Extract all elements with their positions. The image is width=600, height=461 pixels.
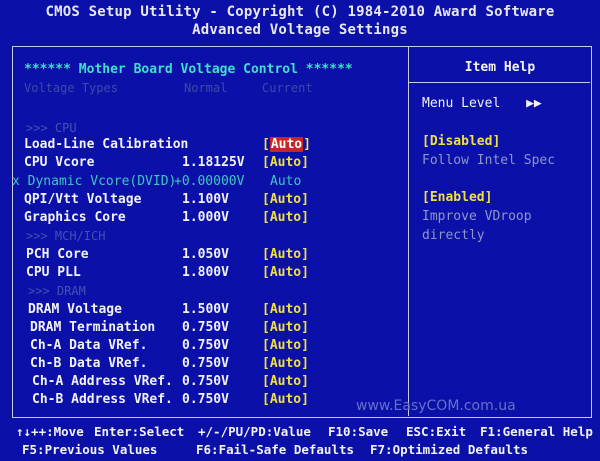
group-label-mch-ich: >>> MCH/ICH — [26, 229, 106, 243]
current-value: Auto — [270, 174, 302, 189]
normal-value: 0.750V — [182, 356, 229, 371]
setting-label: x Dynamic Vcore(DVID) — [12, 174, 177, 189]
panel-divider — [408, 46, 409, 416]
help-option-enabled-desc-2: directly — [422, 228, 485, 243]
current-value[interactable]: [Auto] — [262, 247, 309, 262]
column-header-current: Current — [262, 81, 313, 95]
key-exit: ESC:Exit — [406, 424, 467, 439]
setting-label: CPU PLL — [26, 265, 81, 280]
setting-label: DRAM Termination — [30, 320, 156, 335]
utility-title: CMOS Setup Utility - Copyright (C) 1984-… — [45, 4, 555, 20]
setting-row-cpu-pll[interactable]: CPU PLL 1.800V [Auto] — [0, 265, 400, 283]
normal-value: 0.750V — [182, 374, 229, 389]
help-title-separator — [409, 82, 590, 83]
current-value[interactable]: [Auto] — [262, 356, 309, 371]
normal-value: 1.18125V — [182, 155, 245, 170]
help-option-enabled: [Enabled] — [422, 190, 493, 205]
help-option-enabled-desc-1: Improve VDroop — [422, 209, 532, 224]
setting-row-dram-termination[interactable]: DRAM Termination 0.750V [Auto] — [0, 320, 400, 338]
setting-row-qpi-vtt-voltage[interactable]: QPI/Vtt Voltage 1.100V [Auto] — [0, 192, 400, 210]
setting-label: QPI/Vtt Voltage — [24, 192, 142, 207]
setting-row-load-line-calibration[interactable]: Load-Line Calibration [Auto] — [0, 137, 400, 155]
help-option-disabled: [Disabled] — [422, 134, 501, 149]
menu-level-arrow-icon: ▶▶ — [526, 96, 542, 111]
setting-label: DRAM Voltage — [28, 302, 122, 317]
normal-value: 1.050V — [182, 247, 229, 262]
column-header-normal: Normal — [184, 81, 228, 95]
item-help-title: Item Help — [464, 60, 536, 75]
page-title: Advanced Voltage Settings — [192, 22, 408, 38]
menu-level: Menu Level ▶▶ — [422, 96, 542, 111]
setting-label: Graphics Core — [24, 210, 126, 225]
normal-value: 1.000V — [182, 210, 229, 225]
setting-row-cpu-vcore[interactable]: CPU Vcore 1.18125V [Auto] — [0, 155, 400, 173]
setting-row-dynamic-vcore: x Dynamic Vcore(DVID) +0.00000V Auto — [0, 174, 400, 192]
setting-value-selected[interactable]: [Auto] — [262, 137, 311, 152]
setting-row-ch-b-data-vref[interactable]: Ch-B Data VRef. 0.750V [Auto] — [0, 356, 400, 374]
current-value[interactable]: [Auto] — [262, 320, 309, 335]
current-value[interactable]: [Auto] — [262, 392, 309, 407]
setting-label: CPU Vcore — [24, 155, 95, 170]
setting-label: PCH Core — [26, 247, 89, 262]
key-previous-values: F5:Previous Values — [22, 442, 158, 457]
section-title: ****** Mother Board Voltage Control ****… — [24, 62, 353, 77]
current-value[interactable]: [Auto] — [262, 265, 309, 280]
current-value[interactable]: [Auto] — [262, 374, 309, 389]
setting-label: Ch-A Address VRef. — [32, 374, 173, 389]
key-save: F10:Save — [328, 424, 389, 439]
setting-row-graphics-core[interactable]: Graphics Core 1.000V [Auto] — [0, 210, 400, 228]
setting-label: Ch-B Data VRef. — [30, 356, 148, 371]
normal-value: 0.750V — [182, 338, 229, 353]
help-option-disabled-desc: Follow Intel Spec — [422, 153, 556, 168]
normal-value: 1.500V — [182, 302, 229, 317]
current-value[interactable]: [Auto] — [262, 302, 309, 317]
key-fail-safe-defaults: F6:Fail-Safe Defaults — [196, 442, 355, 457]
group-label-cpu: >>> CPU — [26, 121, 77, 135]
selected-value-text: Auto — [269, 137, 304, 152]
normal-value: 1.800V — [182, 265, 229, 280]
menu-level-label: Menu Level — [422, 96, 501, 111]
setting-row-ch-a-data-vref[interactable]: Ch-A Data VRef. 0.750V [Auto] — [0, 338, 400, 356]
setting-row-dram-voltage[interactable]: DRAM Voltage 1.500V [Auto] — [0, 302, 400, 320]
normal-value: 0.750V — [182, 392, 229, 407]
normal-value: 1.100V — [182, 192, 229, 207]
key-move: ↑↓++:Move — [16, 424, 84, 439]
setting-label: Ch-A Data VRef. — [30, 338, 148, 353]
setting-label: Ch-B Address VRef. — [32, 392, 173, 407]
bios-screen: CMOS Setup Utility - Copyright (C) 1984-… — [0, 0, 600, 461]
key-legend: ↑↓++:Move Enter:Select +/-/PU/PD:Value F… — [0, 422, 600, 461]
setting-row-ch-b-address-vref[interactable]: Ch-B Address VRef. 0.750V [Auto] — [0, 392, 400, 410]
key-general-help: F1:General Help — [480, 424, 593, 439]
setting-row-ch-a-address-vref[interactable]: Ch-A Address VRef. 0.750V [Auto] — [0, 374, 400, 392]
key-optimized-defaults: F7:Optimized Defaults — [370, 442, 529, 457]
current-value[interactable]: [Auto] — [262, 210, 309, 225]
column-header-type: Voltage Types — [24, 81, 118, 95]
setting-label: Load-Line Calibration — [24, 137, 189, 152]
current-value[interactable]: [Auto] — [262, 155, 309, 170]
current-value[interactable]: [Auto] — [262, 338, 309, 353]
group-label-dram: >>> DRAM — [28, 284, 86, 298]
setting-row-pch-core[interactable]: PCH Core 1.050V [Auto] — [0, 247, 400, 265]
key-select: Enter:Select — [94, 424, 185, 439]
current-value[interactable]: [Auto] — [262, 192, 309, 207]
watermark: www.EasyCOM.com.ua — [356, 398, 516, 414]
normal-value: 0.750V — [182, 320, 229, 335]
key-value: +/-/PU/PD:Value — [198, 424, 311, 439]
normal-value: +0.00000V — [174, 174, 245, 189]
